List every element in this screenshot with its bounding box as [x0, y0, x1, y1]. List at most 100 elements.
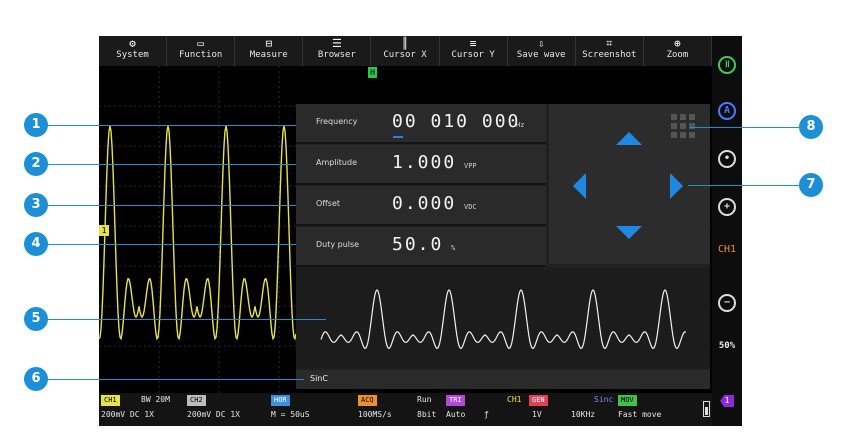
callout-line-2: [46, 164, 296, 165]
callout-8: 8: [799, 115, 823, 139]
battery-icon: [703, 401, 710, 417]
amplitude-row[interactable]: Amplitude 1.000 VPP: [296, 145, 546, 185]
callout-6: 6: [24, 367, 48, 391]
callout-line-5: [46, 319, 326, 320]
plus-button[interactable]: +: [712, 194, 742, 216]
single-button[interactable]: •: [712, 146, 742, 168]
callout-line-8: [690, 127, 800, 128]
waveform-name: SinC: [310, 374, 328, 383]
direction-pad: [549, 104, 710, 264]
ruler-icon: ⊟: [265, 37, 273, 50]
arrow-up-icon[interactable]: [616, 132, 642, 145]
offset-row[interactable]: Offset 0.000 VDC: [296, 186, 546, 226]
auto-button[interactable]: A: [712, 98, 742, 120]
plus-icon: +: [718, 198, 736, 216]
callout-1: 1: [24, 113, 48, 137]
acq-tag[interactable]: ACQ: [358, 395, 377, 406]
run-stop-button[interactable]: ॥: [712, 52, 742, 74]
offset-label: Offset: [316, 199, 341, 208]
channel-level-marker[interactable]: 1: [99, 225, 109, 236]
gen-amplitude: 1V: [532, 410, 542, 419]
frequency-row[interactable]: Frequency 00 010 000 Hz: [296, 104, 546, 144]
ch2-settings: 200mV DC 1X: [187, 410, 240, 419]
amplitude-label: Amplitude: [316, 158, 357, 167]
trigger-channel: CH1: [507, 395, 522, 404]
duty-value[interactable]: 50.0: [392, 234, 443, 255]
gen-tag[interactable]: GEN: [529, 395, 548, 406]
callout-line-1: [46, 125, 296, 126]
frequency-value[interactable]: 00 010 000: [392, 111, 520, 132]
trigger-marker[interactable]: H: [368, 67, 377, 78]
ch1-tag[interactable]: CH1: [101, 395, 120, 406]
callout-line-3: [46, 205, 296, 206]
mov-tag[interactable]: MOV: [618, 395, 637, 406]
callout-3: 3: [24, 193, 48, 217]
pause-icon: ॥: [718, 56, 736, 74]
gear-icon: ⚙: [129, 37, 136, 50]
minus-icon: −: [718, 294, 736, 312]
hor-tag[interactable]: HOR: [271, 395, 290, 406]
duty-row[interactable]: Duty pulse 50.0 %: [296, 227, 546, 267]
ch1-trace: [98, 125, 297, 341]
menu-zoom[interactable]: ⊕ Zoom: [644, 36, 712, 66]
status-bar: CH1 BW 20M CH2 200mV DC 1X 200mV DC 1X H…: [99, 393, 712, 426]
gen-frequency: 10KHz: [571, 410, 596, 419]
menu-cursor-y[interactable]: ≡ Cursor Y: [440, 36, 508, 66]
keypad-grid-icon[interactable]: [671, 114, 695, 138]
frequency-label: Frequency: [316, 117, 358, 126]
save-wave-icon: ⇩: [537, 37, 545, 50]
trigger-mode: Auto: [446, 410, 466, 419]
callout-line-4: [46, 244, 296, 245]
waveform-preview: [296, 268, 710, 368]
auto-icon: A: [718, 102, 736, 120]
database-icon: ☰: [331, 37, 342, 50]
cursor-x-icon: ║: [401, 37, 409, 50]
duty-label: Duty pulse: [316, 240, 360, 249]
zoom-icon: ⊕: [674, 37, 681, 50]
menu-browser[interactable]: ☰ Browser: [303, 36, 372, 66]
arrow-right-icon[interactable]: [670, 173, 683, 199]
menu-screenshot[interactable]: ⌗ Screenshot: [576, 36, 644, 66]
ch2-tag[interactable]: CH2: [187, 395, 206, 406]
top-menu-bar: ⚙ System ▭ Function ⊟ Measure ☰ Browser ║ Cur…: [99, 36, 712, 66]
menu-cursor-x[interactable]: ║ Cursor X: [371, 36, 440, 66]
callout-line-6: [46, 379, 304, 380]
tri-tag[interactable]: TRI: [446, 395, 465, 406]
menu-measure[interactable]: ⊟ Measure: [235, 36, 304, 66]
arrow-left-icon[interactable]: [573, 173, 586, 199]
digit-cursor: [393, 136, 403, 138]
amplitude-unit: VPP: [464, 162, 477, 170]
callout-4: 4: [24, 232, 48, 256]
channel-select[interactable]: CH1: [712, 244, 742, 255]
ch1-settings: 200mV DC 1X: [101, 410, 154, 419]
trigger-edge-icon: ƒ: [484, 410, 489, 419]
arrow-down-icon[interactable]: [616, 226, 642, 239]
callout-line-7: [688, 185, 800, 186]
sinc-preview-trace: [320, 289, 687, 350]
bandwidth-value: BW 20M: [141, 395, 170, 404]
callout-2: 2: [24, 152, 48, 176]
offset-unit: VDC: [464, 203, 477, 211]
callout-5: 5: [24, 307, 48, 331]
menu-function[interactable]: ▭ Function: [167, 36, 236, 66]
callout-7: 7: [799, 173, 823, 197]
fifty-percent-button[interactable]: 50%: [712, 341, 742, 351]
dot-circle-icon: •: [718, 150, 736, 168]
frequency-unit: Hz: [516, 121, 525, 129]
monitor-icon: ▭: [197, 37, 204, 50]
bit-depth: 8bit: [417, 410, 437, 419]
move-mode: Fast move: [618, 410, 662, 419]
minus-button[interactable]: −: [712, 290, 742, 312]
waveform-name-bar[interactable]: SinC: [296, 370, 710, 389]
channel-tag-icon[interactable]: 1: [712, 388, 742, 407]
cursor-y-icon: ≡: [469, 37, 477, 50]
amplitude-value[interactable]: 1.000: [392, 152, 456, 173]
menu-save-wave[interactable]: ⇩ Save wave: [508, 36, 576, 66]
gen-waveform: Sinc: [594, 395, 614, 404]
crop-icon: ⌗: [606, 37, 613, 50]
duty-unit: %: [451, 244, 456, 252]
offset-value[interactable]: 0.000: [392, 193, 456, 214]
right-sidebar: ॥ A • + CH1 − 50% 1: [712, 36, 742, 426]
menu-system[interactable]: ⚙ System: [99, 36, 168, 66]
timebase-value: M = 50uS: [271, 410, 310, 419]
